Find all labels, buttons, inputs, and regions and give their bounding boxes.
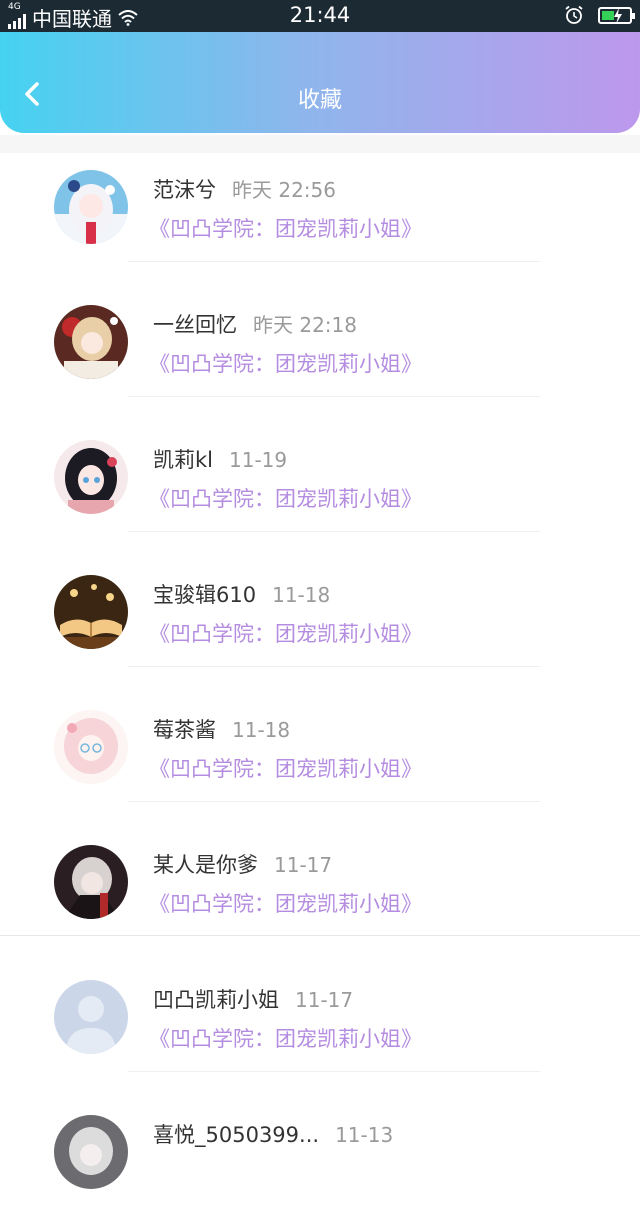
- avatar[interactable]: [54, 1115, 128, 1189]
- name-line: 喜悦_5050399... 11-13: [153, 1119, 393, 1149]
- divider: [128, 396, 540, 397]
- user-name[interactable]: 凹凸凯莉小姐: [153, 988, 279, 1012]
- name-line: 一丝回忆 昨天 22:18: [153, 309, 357, 339]
- user-name[interactable]: 范沫兮: [153, 178, 216, 202]
- favorite-title-link[interactable]: 《凹凸学院：团宠凯莉小姐》: [149, 348, 422, 378]
- list-item[interactable]: 一丝回忆 昨天 22:18 《凹凸学院：团宠凯莉小姐》: [0, 285, 640, 420]
- avatar[interactable]: [54, 305, 128, 379]
- favorite-title-link[interactable]: 《凹凸学院：团宠凯莉小姐》: [149, 213, 422, 243]
- user-name[interactable]: 一丝回忆: [153, 313, 237, 337]
- list-item[interactable]: 宝骏辑610 11-18 《凹凸学院：团宠凯莉小姐》: [0, 555, 640, 690]
- favorite-title-link[interactable]: 《凹凸学院：团宠凯莉小姐》: [149, 753, 422, 783]
- timestamp: 11-17: [274, 853, 333, 877]
- divider: [128, 531, 540, 532]
- user-name[interactable]: 莓茶酱: [153, 718, 216, 742]
- favorite-title-link[interactable]: 《凹凸学院：团宠凯莉小姐》: [149, 618, 422, 648]
- name-line: 某人是你爹 11-17: [153, 849, 332, 879]
- list-item[interactable]: 喜悦_5050399... 11-13: [0, 1095, 640, 1230]
- list-item[interactable]: 某人是你爹 11-17 《凹凸学院：团宠凯莉小姐》: [0, 825, 640, 960]
- user-name[interactable]: 喜悦_5050399...: [153, 1123, 319, 1147]
- timestamp: 11-19: [229, 448, 288, 472]
- favorite-title-link[interactable]: 《凹凸学院：团宠凯莉小姐》: [149, 1023, 422, 1053]
- alarm-icon: [565, 5, 583, 24]
- timestamp: 11-18: [272, 583, 331, 607]
- avatar[interactable]: [54, 845, 128, 919]
- avatar[interactable]: [54, 170, 128, 244]
- favorite-title-link[interactable]: 《凹凸学院：团宠凯莉小姐》: [149, 483, 422, 513]
- list-item[interactable]: 凹凸凯莉小姐 11-17 《凹凸学院：团宠凯莉小姐》: [0, 960, 640, 1095]
- divider: [128, 801, 540, 802]
- name-line: 凯莉kl 11-19: [153, 444, 287, 474]
- divider: [128, 1071, 540, 1072]
- status-bar: 4G 中国联通 21:44: [0, 0, 640, 32]
- avatar[interactable]: [54, 710, 128, 784]
- avatar[interactable]: [54, 980, 128, 1054]
- user-name[interactable]: 宝骏辑610: [153, 583, 256, 607]
- favorite-title-link[interactable]: 《凹凸学院：团宠凯莉小姐》: [149, 888, 422, 918]
- name-line: 宝骏辑610 11-18: [153, 579, 330, 609]
- user-name[interactable]: 某人是你爹: [153, 853, 258, 877]
- divider: [128, 261, 540, 262]
- timestamp: 昨天 22:18: [253, 313, 357, 337]
- section-divider: [0, 935, 640, 936]
- list-item[interactable]: 范沫兮 昨天 22:56 《凹凸学院：团宠凯莉小姐》: [0, 150, 640, 285]
- user-name[interactable]: 凯莉kl: [153, 448, 213, 472]
- battery-charging-icon: [598, 6, 635, 24]
- name-line: 莓茶酱 11-18: [153, 714, 290, 744]
- timestamp: 11-17: [295, 988, 354, 1012]
- timestamp: 11-18: [232, 718, 291, 742]
- timestamp: 昨天 22:56: [232, 178, 336, 202]
- page-title: 收藏: [297, 88, 342, 113]
- list-item[interactable]: 莓茶酱 11-18 《凹凸学院：团宠凯莉小姐》: [0, 690, 640, 825]
- timestamp: 11-13: [335, 1123, 394, 1147]
- status-right: [564, 5, 635, 25]
- list-item[interactable]: 凯莉kl 11-19 《凹凸学院：团宠凯莉小姐》: [0, 420, 640, 555]
- favorites-list: 范沫兮 昨天 22:56 《凹凸学院：团宠凯莉小姐》 一丝回忆 昨天 22:18 《…: [0, 150, 640, 1230]
- avatar[interactable]: [54, 575, 128, 649]
- avatar[interactable]: [54, 440, 128, 514]
- header-shadow-band: [0, 135, 640, 153]
- name-line: 凹凸凯莉小姐 11-17: [153, 984, 353, 1014]
- name-line: 范沫兮 昨天 22:56: [153, 174, 336, 204]
- title-bar: 收藏: [0, 32, 640, 133]
- divider: [128, 666, 540, 667]
- status-time: 21:44: [289, 3, 351, 27]
